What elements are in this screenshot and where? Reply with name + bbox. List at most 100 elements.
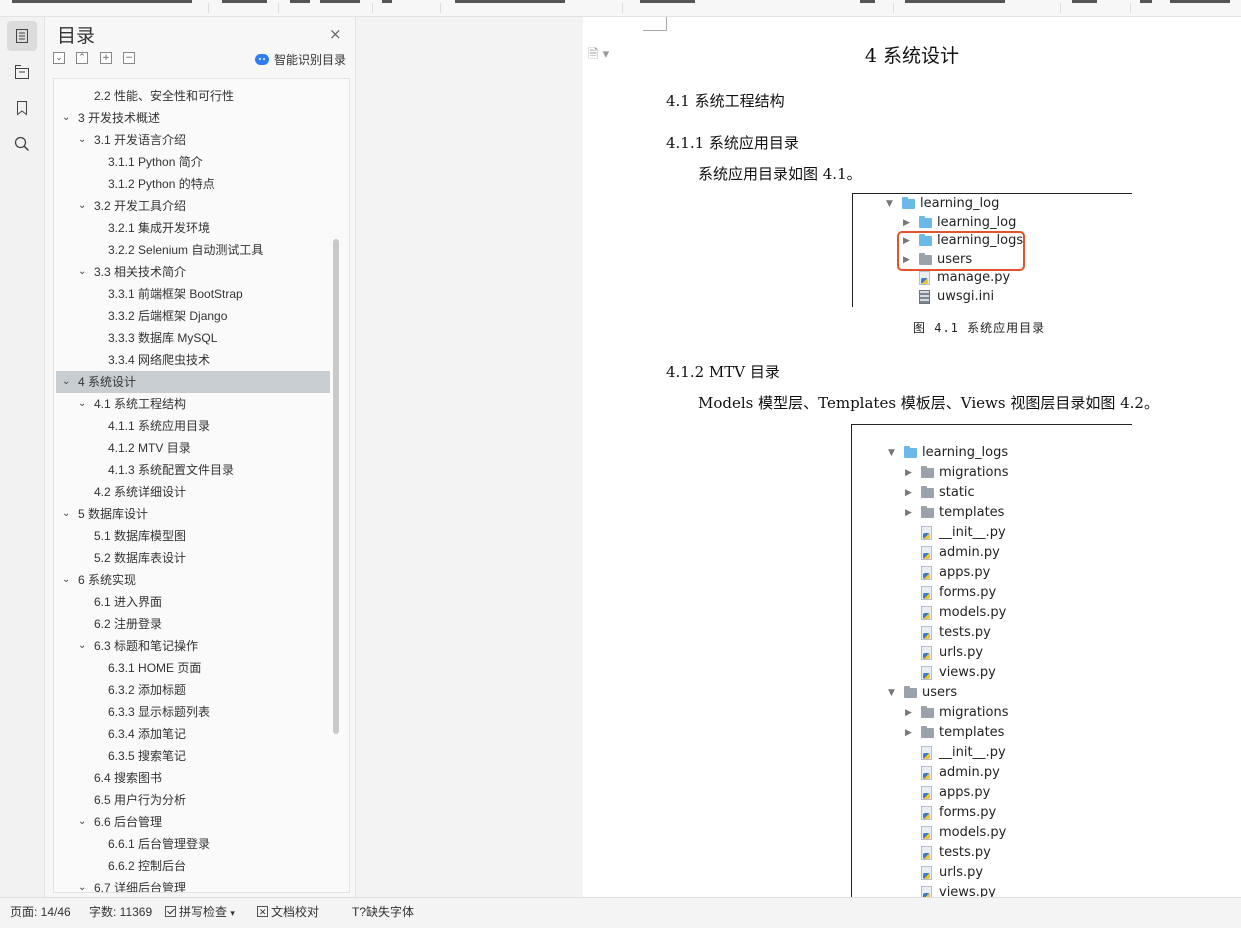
toc-item[interactable]: ⌄ 5 数据库设计 [56,503,330,525]
toc-item-label: 5.1 数据库模型图 [94,529,187,543]
toc-item[interactable]: 3.3.2 后端框架 Django [56,305,330,327]
toc-item[interactable]: 3.1.1 Python 简介 [56,151,330,173]
chevron-down-icon[interactable]: ⌄ [62,107,70,129]
toc-item[interactable]: 4.1.3 系统配置文件目录 [56,459,330,481]
collapsed-arrow-icon: ▶ [905,508,912,518]
chevron-down-icon[interactable]: ⌄ [78,129,86,151]
toc-item[interactable]: ⌄ 3.3 相关技术简介 [56,261,330,283]
toc-item[interactable]: 4.2 系统详细设计 [56,481,330,503]
toc-item-label: 3.2 开发工具介绍 [94,199,187,213]
file-tree-row: ▶ learning_log [853,213,1132,233]
toc-item[interactable]: 3.2.2 Selenium 自动测试工具 [56,239,330,261]
collapse-all-button[interactable]: ⌄ [53,52,65,64]
file-name: models.py [939,605,1007,620]
nav-pane-icon[interactable] [7,57,37,87]
toc-item[interactable]: 6.6.2 控制后台 [56,855,330,877]
folder-icon [919,252,932,265]
toc-item[interactable]: ⌄ 3 开发技术概述 [56,107,330,129]
toc-item[interactable]: ⌄ 4.1 系统工程结构 [56,393,330,415]
toc-item[interactable]: 6.4 搜索图书 [56,767,330,789]
file-tree-row: ▶ migrations [852,463,1132,483]
toc-item[interactable]: ⌄ 6.6 后台管理 [56,811,330,833]
chevron-down-icon[interactable]: ⌄ [62,371,70,393]
file-tree-row: ▼ users [852,683,1132,703]
chevron-down-icon[interactable]: ⌄ [78,635,86,657]
chevron-down-icon[interactable]: ⌄ [78,195,86,217]
toc-item[interactable]: 6.3.4 添加笔记 [56,723,330,745]
chevron-down-icon[interactable]: ⌄ [78,811,86,833]
spell-check-toggle[interactable]: 拼写检查 ▾ [165,898,235,928]
toc-item-label: 5.2 数据库表设计 [94,551,187,565]
toc-item-label: 6.1 进入界面 [94,595,163,609]
toc-item-label: 4.1.3 系统配置文件目录 [108,463,235,477]
toc-item[interactable]: 3.3.1 前端框架 BootStrap [56,283,330,305]
toc-scrollbar[interactable] [333,239,339,734]
toc-item[interactable]: 6.3.1 HOME 页面 [56,657,330,679]
page-indicator[interactable]: 页面: 14/46 [10,898,71,927]
robot-icon [255,54,269,65]
figure-4-1-caption: 图 4.1 系统应用目录 [913,321,1046,335]
toc-item[interactable]: 2.2 性能、安全性和可行性 [56,85,330,107]
toc-item[interactable]: ⌄ 3.1 开发语言介绍 [56,129,330,151]
toc-item[interactable]: ⌄ 3.2 开发工具介绍 [56,195,330,217]
expand-level-button[interactable]: ⌃ [76,52,88,64]
search-icon[interactable] [7,129,37,159]
file-name: learning_logs [922,445,1009,460]
chevron-down-icon[interactable]: ⌄ [78,261,86,283]
folder-icon [919,215,932,228]
smart-toc-button[interactable]: 智能识别目录 [255,51,346,68]
toc-item[interactable]: 6.1 进入界面 [56,591,330,613]
toc-item[interactable]: ⌄ 6 系统实现 [56,569,330,591]
toc-item[interactable]: 6.6.1 后台管理登录 [56,833,330,855]
python-file-icon [921,646,932,660]
toc-item[interactable]: 4.1.2 MTV 目录 [56,437,330,459]
bookmark-icon[interactable] [7,93,37,123]
file-tree-row: views.py [852,663,1132,683]
file-name: learning_logs [937,233,1024,249]
chevron-down-icon[interactable]: ⌄ [62,569,70,591]
add-heading-button[interactable]: + [100,52,112,64]
toc-item[interactable]: 3.3.3 数据库 MySQL [56,327,330,349]
toc-panel: 目录 × ⌄ ⌃ + − 智能识别目录 2.2 性能、安全性和可行性 ⌄ 3 开发技… [45,17,356,897]
collapsed-arrow-icon: ▶ [903,217,910,228]
toolbar-text-cut [290,0,310,3]
toc-item[interactable]: ⌄ 6.3 标题和笔记操作 [56,635,330,657]
close-icon[interactable]: × [329,25,342,43]
expanded-arrow-icon: ▼ [888,688,895,698]
toc-item[interactable]: 5.2 数据库表设计 [56,547,330,569]
smart-toc-label: 智能识别目录 [274,53,347,67]
toc-item[interactable]: 5.1 数据库模型图 [56,525,330,547]
toc-item[interactable]: ⌄ 6.7 详细后台管理 [56,877,330,892]
toc-item[interactable]: 6.5 用户行为分析 [56,789,330,811]
file-tree-row: manage.py [853,268,1132,288]
toc-item-label: 6.6 后台管理 [94,815,163,829]
toc-item[interactable]: 6.3.3 显示标题列表 [56,701,330,723]
toolbar-text-cut [1170,0,1230,3]
toc-item[interactable]: 4.1.1 系统应用目录 [56,415,330,437]
toc-item[interactable]: 3.2.1 集成开发环境 [56,217,330,239]
top-toolbar-strip [0,0,1241,17]
toc-item[interactable]: ⌄ 4 系统设计 [56,371,330,393]
toc-item[interactable]: 3.1.2 Python 的特点 [56,173,330,195]
remove-heading-button[interactable]: − [123,52,135,64]
toc-item[interactable]: 6.2 注册登录 [56,613,330,635]
toc-item-label: 3 开发技术概述 [78,111,161,125]
toc-item-label: 4.1.2 MTV 目录 [108,441,191,455]
chevron-down-icon[interactable]: ⌄ [78,877,86,892]
expanded-arrow-icon: ▼ [888,448,895,458]
toc-item[interactable]: 3.3.4 网络爬虫技术 [56,349,330,371]
file-name: manage.py [937,270,1011,286]
toolbar-text-cut [640,0,695,3]
toc-icon[interactable] [7,21,37,51]
toc-item[interactable]: 6.3.2 添加标题 [56,679,330,701]
file-name: admin.py [939,545,1000,560]
python-file-icon [921,546,932,560]
toc-list: 2.2 性能、安全性和可行性 ⌄ 3 开发技术概述 ⌄ 3.1 开发语言介绍 3.1.1 … [53,78,350,893]
proofread-button[interactable]: 文档校对 [257,898,319,927]
heading-4-1-2: 4.1.2 MTV 目录 [666,363,780,381]
missing-font-button[interactable]: T?缺失字体 [352,898,414,927]
chevron-down-icon[interactable]: ⌄ [62,503,70,525]
toc-item[interactable]: 6.3.5 搜索笔记 [56,745,330,767]
chevron-down-icon[interactable]: ⌄ [78,393,86,415]
word-count[interactable]: 字数: 11369 [89,898,152,927]
